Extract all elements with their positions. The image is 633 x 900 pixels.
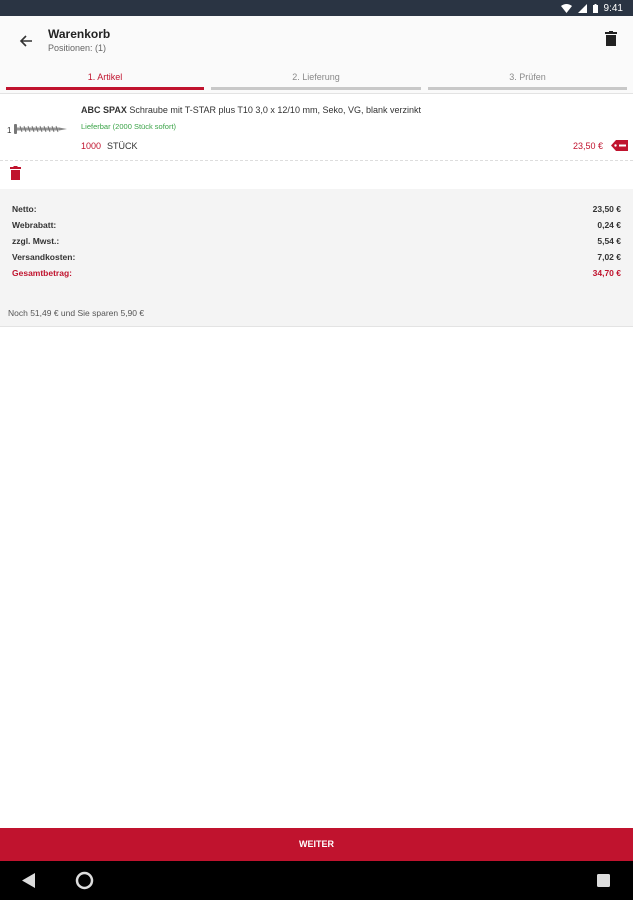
tab-indicator <box>428 87 627 90</box>
item-divider <box>0 160 633 161</box>
app-bar: Warenkorb Positionen: (1) <box>0 16 633 64</box>
home-nav-icon[interactable] <box>75 871 94 890</box>
product-image <box>14 124 67 134</box>
status-bar: 9:41 <box>0 0 633 16</box>
checkout-steps: 1. Artikel 2. Lieferung 3. Prüfen <box>0 64 633 94</box>
summary-label: Gesamtbetrag: <box>12 268 72 278</box>
tab-indicator <box>6 87 204 90</box>
tab-label: 1. Artikel <box>87 72 123 82</box>
item-position: 1 <box>7 126 12 135</box>
summary-label: Webrabatt: <box>12 220 57 230</box>
battery-icon <box>592 3 598 13</box>
back-nav-icon[interactable] <box>22 873 35 888</box>
product-brand: ABC SPAX <box>81 105 127 115</box>
tab-label: 3. Prüfen <box>509 72 546 82</box>
summary-value: 5,54 € <box>597 236 621 246</box>
continue-button[interactable]: WEITER <box>0 828 633 861</box>
summary-row-webrabatt: Webrabatt: 0,24 € <box>12 220 621 234</box>
summary-row-versandkosten: Versandkosten: 7,02 € <box>12 252 621 266</box>
product-title: Schraube mit T-STAR plus T10 3,0 x 12/10… <box>129 105 421 115</box>
tab-lieferung[interactable]: 2. Lieferung <box>211 64 421 94</box>
tab-indicator <box>211 87 421 90</box>
tab-pruefen[interactable]: 3. Prüfen <box>428 64 627 94</box>
summary-label: Netto: <box>12 204 37 214</box>
page-title: Warenkorb <box>48 27 111 41</box>
tab-artikel[interactable]: 1. Artikel <box>6 64 204 94</box>
delete-item-button[interactable] <box>10 166 21 180</box>
summary-row-netto: Netto: 23,50 € <box>12 204 621 218</box>
clear-cart-button[interactable] <box>605 31 619 49</box>
positions-count: Positionen: (1) <box>48 43 107 53</box>
summary-row-gesamtbetrag: Gesamtbetrag: 34,70 € <box>12 268 621 282</box>
system-nav-bar <box>0 861 633 900</box>
quantity-field[interactable]: 1000 <box>81 141 101 151</box>
availability-status: Lieferbar (2000 Stück sofort) <box>81 122 177 131</box>
savings-hint: Noch 51,49 € und Sie sparen 5,90 € <box>8 308 145 318</box>
order-summary: Netto: 23,50 € Webrabatt: 0,24 € zzgl. M… <box>0 189 633 327</box>
summary-label: Versandkosten: <box>12 252 76 262</box>
trash-icon <box>605 31 617 46</box>
summary-label: zzgl. Mwst.: <box>12 236 60 246</box>
item-price: 23,50 € <box>572 141 603 151</box>
cart-item[interactable]: 1 ABC SPAX Schraube mit T-STAR plus T10 … <box>0 98 633 160</box>
trash-icon <box>10 166 21 180</box>
tag-icon[interactable] <box>611 140 628 151</box>
summary-value: 23,50 € <box>592 204 621 214</box>
back-arrow-icon <box>19 35 32 47</box>
summary-value: 34,70 € <box>592 268 621 278</box>
wifi-icon <box>560 3 572 13</box>
summary-value: 0,24 € <box>597 220 621 230</box>
status-time: 9:41 <box>603 2 623 14</box>
product-name[interactable]: ABC SPAX Schraube mit T-STAR plus T10 3,… <box>81 105 421 115</box>
summary-value: 7,02 € <box>597 252 621 262</box>
signal-icon <box>577 3 587 13</box>
back-button[interactable] <box>14 29 38 53</box>
tab-label: 2. Lieferung <box>292 72 340 82</box>
recents-nav-icon[interactable] <box>597 874 610 887</box>
summary-row-mwst: zzgl. Mwst.: 5,54 € <box>12 236 621 250</box>
quantity-unit: STÜCK <box>107 141 138 151</box>
